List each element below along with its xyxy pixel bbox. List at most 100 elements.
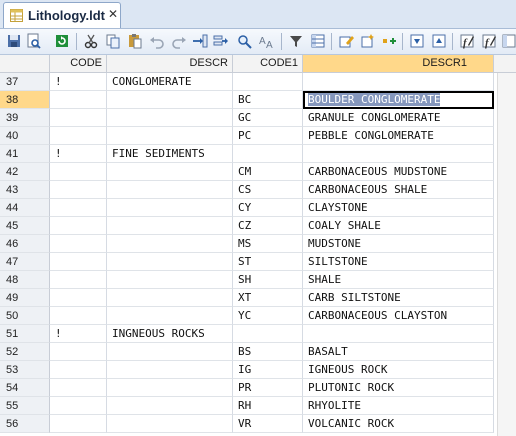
cell-code1[interactable]: BC (233, 91, 303, 109)
table-row[interactable]: 53 IG IGNEOUS ROCK (0, 361, 516, 379)
cell-code1[interactable]: PC (233, 127, 303, 145)
cell-code1[interactable]: CY (233, 199, 303, 217)
cell-descr[interactable] (107, 127, 233, 145)
cell-descr[interactable] (107, 217, 233, 235)
cell-descr[interactable] (107, 163, 233, 181)
cell-code1[interactable]: RH (233, 397, 303, 415)
row-number[interactable]: 45 (0, 217, 50, 235)
move-down-icon[interactable] (408, 32, 426, 50)
cell-code[interactable] (50, 343, 107, 361)
cell-descr[interactable]: CONGLOMERATE (107, 73, 233, 91)
table-row[interactable]: 46 MS MUDSTONE (0, 235, 516, 253)
cell-descr[interactable] (107, 253, 233, 271)
row-number[interactable]: 42 (0, 163, 50, 181)
column-header-descr[interactable]: DESCR (107, 55, 233, 73)
cell-descr1[interactable]: SHALE (303, 271, 494, 289)
table-row[interactable]: 50 YC CARBONACEOUS CLAYSTON (0, 307, 516, 325)
cell-code1[interactable]: YC (233, 307, 303, 325)
table-row[interactable]: 39 GC GRANULE CONGLOMERATE (0, 109, 516, 127)
cell-descr[interactable] (107, 271, 233, 289)
cell-descr1[interactable]: BOULDER CONGLOMERATE (303, 91, 494, 109)
insert-field-icon[interactable] (380, 32, 398, 50)
more-tools-icon[interactable] (500, 32, 516, 50)
table-row[interactable]: 56 VR VOLCANIC ROCK (0, 415, 516, 433)
cell-descr1[interactable]: MUDSTONE (303, 235, 494, 253)
undo-icon[interactable] (148, 32, 166, 50)
cell-descr[interactable] (107, 181, 233, 199)
cell-descr[interactable] (107, 307, 233, 325)
append-row-icon[interactable] (212, 32, 230, 50)
row-number[interactable]: 49 (0, 289, 50, 307)
cell-code[interactable] (50, 235, 107, 253)
cell-code1[interactable]: CZ (233, 217, 303, 235)
table-row[interactable]: 48 SH SHALE (0, 271, 516, 289)
table-row[interactable]: 47 ST SILTSTONE (0, 253, 516, 271)
table-row[interactable]: 45 CZ COALY SHALE (0, 217, 516, 235)
save-icon[interactable] (5, 32, 23, 50)
cell-code[interactable] (50, 307, 107, 325)
cell-code[interactable] (50, 181, 107, 199)
cell-code1[interactable]: MS (233, 235, 303, 253)
cell-code[interactable] (50, 253, 107, 271)
cell-code[interactable]: ! (50, 145, 107, 163)
cell-code[interactable] (50, 91, 107, 109)
print-preview-icon[interactable] (25, 32, 43, 50)
cell-descr[interactable] (107, 415, 233, 433)
cell-code1[interactable]: VR (233, 415, 303, 433)
grid-view-icon[interactable] (309, 32, 327, 50)
table-row[interactable]: 52 BS BASALT (0, 343, 516, 361)
column-properties-icon[interactable]: f (480, 32, 498, 50)
cell-code1[interactable]: PR (233, 379, 303, 397)
cell-code[interactable] (50, 199, 107, 217)
insert-row-icon[interactable] (191, 32, 209, 50)
cell-code1[interactable] (233, 145, 303, 163)
cell-code[interactable]: ! (50, 325, 107, 343)
cell-code1[interactable]: IG (233, 361, 303, 379)
cell-descr1[interactable]: COALY SHALE (303, 217, 494, 235)
cell-code[interactable] (50, 127, 107, 145)
cell-descr1[interactable] (303, 325, 494, 343)
table-row[interactable]: 41! FINE SEDIMENTS (0, 145, 516, 163)
cell-descr1[interactable]: CLAYSTONE (303, 199, 494, 217)
table-row[interactable]: 51! INGNEOUS ROCKS (0, 325, 516, 343)
cell-descr[interactable] (107, 199, 233, 217)
row-number[interactable]: 40 (0, 127, 50, 145)
cell-descr1[interactable]: IGNEOUS ROCK (303, 361, 494, 379)
cell-code1[interactable]: SH (233, 271, 303, 289)
edit-record-icon[interactable] (337, 32, 355, 50)
cell-descr1[interactable] (303, 73, 494, 91)
redo-icon[interactable] (170, 32, 188, 50)
table-row[interactable]: 38 BC BOULDER CONGLOMERATE (0, 91, 516, 109)
row-number[interactable]: 55 (0, 397, 50, 415)
row-number[interactable]: 47 (0, 253, 50, 271)
cell-code1[interactable]: ST (233, 253, 303, 271)
cell-descr[interactable] (107, 235, 233, 253)
cell-descr[interactable] (107, 361, 233, 379)
row-number[interactable]: 46 (0, 235, 50, 253)
cell-descr[interactable] (107, 397, 233, 415)
cell-code[interactable] (50, 397, 107, 415)
cell-code[interactable] (50, 289, 107, 307)
cell-code1[interactable]: XT (233, 289, 303, 307)
row-number[interactable]: 48 (0, 271, 50, 289)
cell-descr[interactable] (107, 343, 233, 361)
row-number[interactable]: 53 (0, 361, 50, 379)
cell-code[interactable] (50, 361, 107, 379)
row-number[interactable]: 51 (0, 325, 50, 343)
cell-descr1[interactable]: RHYOLITE (303, 397, 494, 415)
filter-icon[interactable] (287, 32, 305, 50)
refresh-icon[interactable] (53, 32, 71, 50)
column-header-descr1[interactable]: DESCR1 (303, 55, 494, 73)
cell-code1[interactable]: GC (233, 109, 303, 127)
table-row[interactable]: 44 CY CLAYSTONE (0, 199, 516, 217)
row-number[interactable]: 41 (0, 145, 50, 163)
row-number[interactable]: 54 (0, 379, 50, 397)
cell-code[interactable] (50, 109, 107, 127)
vertical-scrollbar[interactable] (497, 73, 516, 436)
cell-descr[interactable] (107, 109, 233, 127)
cell-code[interactable]: ! (50, 73, 107, 91)
row-number[interactable]: 44 (0, 199, 50, 217)
row-number[interactable]: 38 (0, 91, 50, 109)
row-number-header[interactable] (0, 55, 50, 73)
cell-descr1[interactable]: GRANULE CONGLOMERATE (303, 109, 494, 127)
